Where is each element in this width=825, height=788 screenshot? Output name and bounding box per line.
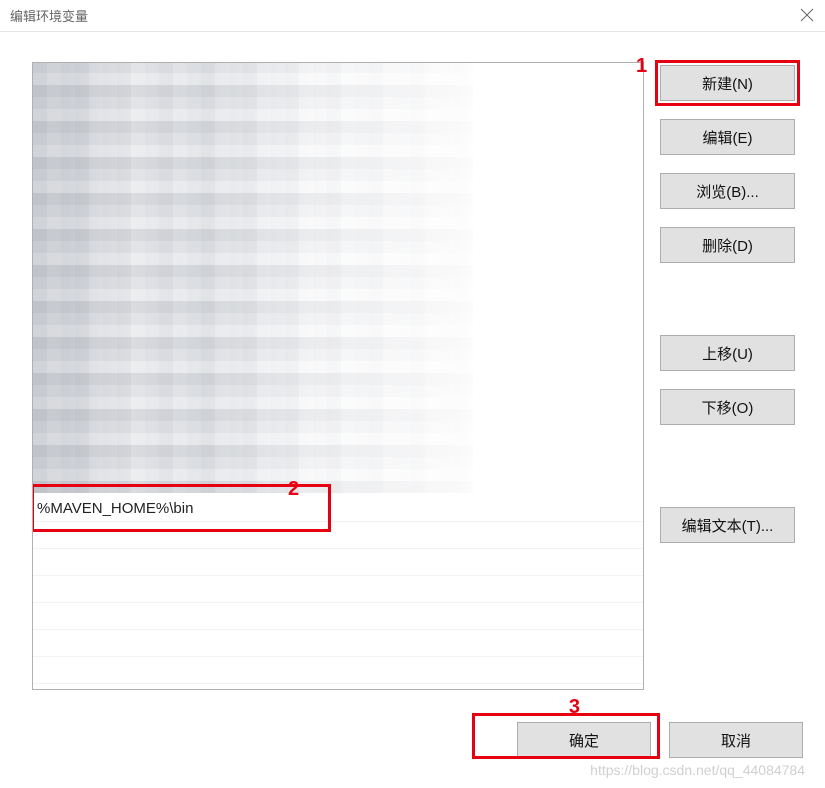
list-item[interactable] bbox=[33, 630, 643, 657]
list-item[interactable] bbox=[33, 657, 643, 684]
list-item[interactable] bbox=[33, 522, 643, 549]
list-item[interactable] bbox=[33, 576, 643, 603]
browse-button[interactable]: 浏览(B)... bbox=[660, 173, 795, 209]
move-up-button[interactable]: 上移(U) bbox=[660, 335, 795, 371]
cancel-button[interactable]: 取消 bbox=[669, 722, 803, 758]
list-rows: %MAVEN_HOME%\bin bbox=[33, 63, 643, 689]
close-icon[interactable] bbox=[799, 8, 815, 24]
dialog-footer: 确定 取消 3 bbox=[0, 710, 825, 758]
list-item[interactable] bbox=[33, 603, 643, 630]
list-item-maven-home[interactable]: %MAVEN_HOME%\bin bbox=[33, 495, 643, 522]
ok-button[interactable]: 确定 bbox=[517, 722, 651, 758]
move-down-button[interactable]: 下移(O) bbox=[660, 389, 795, 425]
new-button[interactable]: 新建(N) bbox=[660, 65, 795, 101]
list-item[interactable] bbox=[33, 549, 643, 576]
dialog-body: %MAVEN_HOME%\bin 2 新建(N) 1 编辑(E) 浏览(B)..… bbox=[0, 32, 825, 710]
delete-button[interactable]: 删除(D) bbox=[660, 227, 795, 263]
button-gap bbox=[660, 443, 795, 489]
edit-button[interactable]: 编辑(E) bbox=[660, 119, 795, 155]
path-list-panel[interactable]: %MAVEN_HOME%\bin 2 bbox=[32, 62, 644, 690]
titlebar: 编辑环境变量 bbox=[0, 0, 825, 32]
edit-text-button[interactable]: 编辑文本(T)... bbox=[660, 507, 795, 543]
dialog-title: 编辑环境变量 bbox=[10, 6, 88, 25]
watermark: https://blog.csdn.net/qq_44084784 bbox=[590, 762, 805, 778]
button-gap bbox=[660, 281, 795, 317]
button-column: 新建(N) 1 编辑(E) 浏览(B)... 删除(D) 上移(U) 下移(O)… bbox=[660, 62, 795, 690]
